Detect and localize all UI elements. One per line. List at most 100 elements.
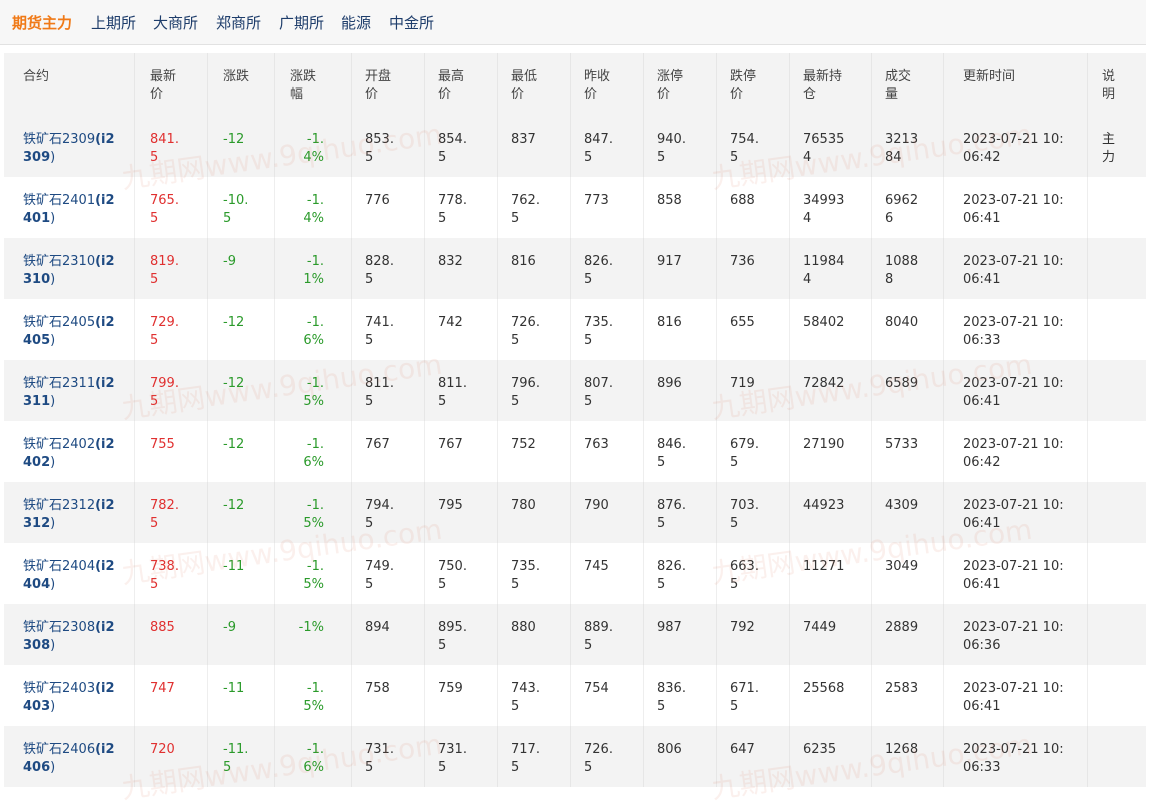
cell-high: 795: [438, 497, 463, 515]
cell-pct: -1. 6%: [303, 741, 324, 777]
cell-limitdown: 719: [730, 375, 755, 393]
cell-line: 06:41: [963, 211, 1001, 226]
column-divider: [570, 665, 571, 726]
cell-contract[interactable]: 铁矿石2403(i2 403): [23, 680, 115, 716]
cell-last: 720: [150, 741, 175, 759]
cell-time: 2023-07-21 10: 06:33: [963, 314, 1064, 350]
column-header-limitup[interactable]: 涨停价: [657, 68, 683, 104]
cell-line: 752: [511, 437, 536, 452]
tab-main-futures[interactable]: 期货主力: [12, 13, 72, 33]
column-divider: [789, 726, 790, 787]
cell-contract[interactable]: 铁矿石2312(i2 312): [23, 497, 115, 533]
cell-line: 5: [584, 150, 593, 165]
column-divider: [497, 238, 498, 299]
tab-shfe[interactable]: 上期所: [91, 13, 136, 33]
column-divider: [134, 177, 135, 238]
column-header-note[interactable]: 说明: [1102, 68, 1115, 104]
tab-gfex[interactable]: 广期所: [279, 13, 324, 33]
tab-czce[interactable]: 郑商所: [216, 13, 261, 33]
column-divider: [643, 116, 644, 177]
cell-line: 06:33: [963, 333, 1001, 348]
cell-note: 主力: [1102, 131, 1115, 167]
cell-contract[interactable]: 铁矿石2308(i2 308): [23, 619, 115, 655]
cell-contract[interactable]: 铁矿石2402(i2 402): [23, 436, 115, 472]
cell-line: 主: [1102, 132, 1116, 147]
cell-line: 明: [1102, 87, 1116, 102]
contract-name: 铁矿石2405: [23, 315, 96, 330]
cell-line: -9: [223, 620, 236, 635]
column-divider: [716, 604, 717, 665]
tab-cffex[interactable]: 中金所: [389, 13, 434, 33]
column-header-pct[interactable]: 涨跌幅: [290, 68, 316, 104]
column-divider: [643, 299, 644, 360]
cell-contract[interactable]: 铁矿石2311(i2 311): [23, 375, 115, 411]
cell-limitup: 876. 5: [657, 497, 686, 533]
cell-limitup: 816: [657, 314, 682, 332]
cell-line: -1.: [306, 559, 324, 574]
column-divider: [1087, 299, 1088, 360]
cell-change: -12: [223, 436, 244, 454]
contract-code-close: ): [50, 272, 56, 287]
cell-low: 880: [511, 619, 536, 637]
column-divider: [943, 116, 944, 177]
cell-contract[interactable]: 铁矿石2405(i2 405): [23, 314, 115, 350]
column-divider: [943, 543, 944, 604]
cell-line: 826.: [584, 254, 613, 269]
cell-line: 5: [365, 150, 374, 165]
column-divider: [274, 360, 275, 421]
cell-line: 涨跌: [223, 69, 250, 84]
tab-ine[interactable]: 能源: [341, 13, 371, 33]
column-divider: [570, 543, 571, 604]
cell-pct: -1%: [299, 619, 324, 637]
cell-contract[interactable]: 铁矿石2404(i2 404): [23, 558, 115, 594]
cell-line: 成交: [885, 69, 912, 84]
column-header-contract[interactable]: 合约: [23, 68, 49, 86]
cell-line: 6%: [303, 455, 324, 470]
cell-contract[interactable]: 铁矿石2401(i2 401): [23, 192, 115, 228]
cell-contract[interactable]: 铁矿石2406(i2 406): [23, 741, 115, 777]
column-header-high[interactable]: 最高价: [438, 68, 464, 104]
column-divider: [789, 238, 790, 299]
cell-change: -11: [223, 558, 244, 576]
column-header-last[interactable]: 最新价: [150, 68, 176, 104]
column-divider: [497, 604, 498, 665]
cell-open: 811. 5: [365, 375, 394, 411]
column-header-low[interactable]: 最低价: [511, 68, 537, 104]
column-divider: [424, 726, 425, 787]
column-header-volume[interactable]: 成交量: [885, 68, 911, 104]
cell-low: 743. 5: [511, 680, 540, 716]
column-header-open[interactable]: 开盘价: [365, 68, 391, 104]
column-header-limitdown[interactable]: 跌停价: [730, 68, 756, 104]
column-header-oi[interactable]: 最新持仓: [803, 68, 842, 104]
cell-line: 826.: [657, 559, 686, 574]
column-divider: [424, 238, 425, 299]
cell-contract[interactable]: 铁矿石2309(i2 309): [23, 131, 115, 167]
cell-limitdown: 679. 5: [730, 436, 759, 472]
column-header-time[interactable]: 更新时间: [963, 68, 1015, 86]
column-divider: [643, 421, 644, 482]
cell-line: 778.: [438, 193, 467, 208]
cell-line: 2023-07-21 10:: [963, 559, 1064, 574]
contract-code-close: ): [50, 577, 56, 592]
cell-high: 767: [438, 436, 463, 454]
column-divider: [570, 299, 571, 360]
cell-contract[interactable]: 铁矿石2310(i2 310): [23, 253, 115, 289]
cell-line: 5: [223, 211, 232, 226]
column-divider: [789, 53, 790, 116]
cell-line: 最高: [438, 69, 465, 84]
column-divider: [424, 177, 425, 238]
cell-line: 731.: [365, 742, 394, 757]
contract-code-tail: 308: [23, 638, 51, 653]
cell-line: 5: [365, 333, 374, 348]
column-divider: [716, 360, 717, 421]
column-divider: [789, 604, 790, 665]
tab-dce[interactable]: 大商所: [153, 13, 198, 33]
column-divider: [134, 543, 135, 604]
cell-line: 4%: [303, 211, 324, 226]
cell-line: 11984: [803, 254, 845, 269]
column-header-change[interactable]: 涨跌: [223, 68, 249, 86]
cell-line: 5: [511, 699, 520, 714]
contract-name: 铁矿石2308: [23, 620, 96, 635]
column-header-prev[interactable]: 昨收价: [584, 68, 610, 104]
cell-line: 5: [730, 699, 739, 714]
